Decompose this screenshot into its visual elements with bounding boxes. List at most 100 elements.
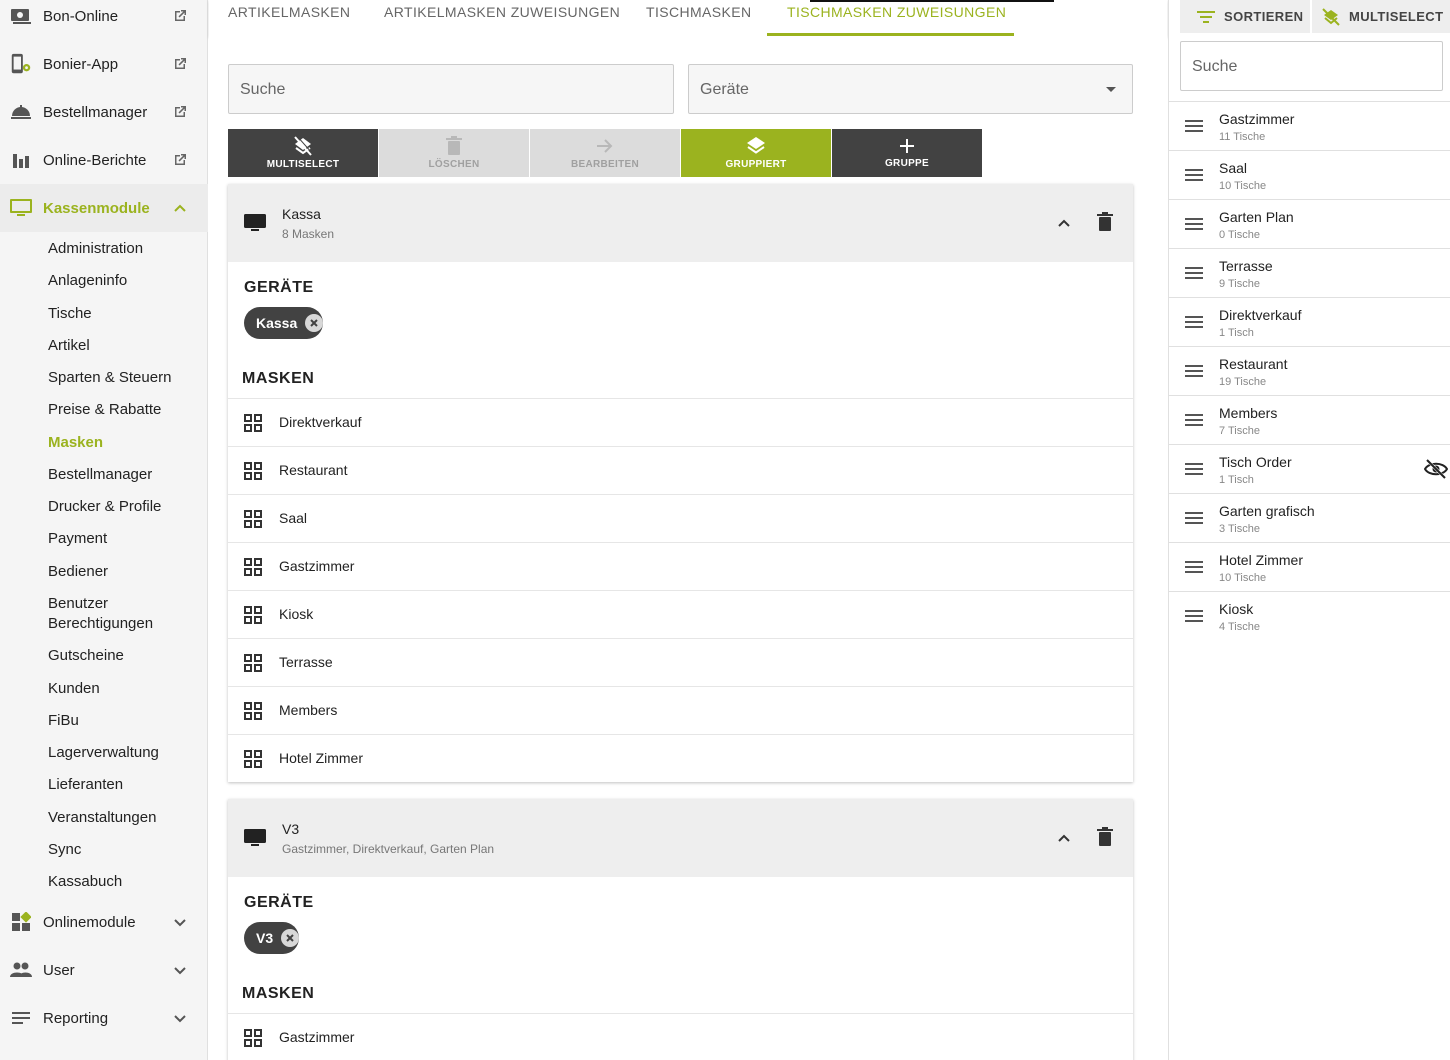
sub-nav-preise-rabatte[interactable]: Preise & Rabatte	[48, 400, 161, 420]
drag-handle-icon[interactable]	[1185, 315, 1203, 329]
search-input[interactable]: Suche	[228, 64, 674, 114]
mask-list-item[interactable]: Garten Plan 0 Tische	[1169, 199, 1450, 248]
mask-list-item[interactable]: Saal 10 Tische	[1169, 150, 1450, 199]
mask-label: Restaurant	[279, 462, 348, 478]
right-multiselect-button[interactable]: MULTISELECT	[1312, 0, 1450, 33]
delete-button[interactable]: LÖSCHEN	[379, 129, 529, 177]
mask-list-item[interactable]: Terrasse 9 Tische	[1169, 248, 1450, 297]
mask-row[interactable]: Members	[228, 686, 1133, 734]
trash-icon[interactable]	[1097, 827, 1113, 847]
mask-list-item[interactable]: Restaurant 19 Tische	[1169, 346, 1450, 395]
mask-list-item[interactable]: Direktverkauf 1 Tisch	[1169, 297, 1450, 346]
grid-icon	[244, 510, 262, 528]
sub-nav-benutzer-berechtigungen[interactable]: Benutzer Berechtigungen	[48, 594, 153, 634]
mask-row[interactable]: Terrasse	[228, 638, 1133, 686]
devices-placeholder: Geräte	[700, 81, 749, 98]
drag-handle-icon[interactable]	[1185, 119, 1203, 133]
drag-handle-icon[interactable]	[1185, 560, 1203, 574]
mask-list-item[interactable]: Garten grafisch 3 Tische	[1169, 493, 1450, 542]
sub-nav-veranstaltungen[interactable]: Veranstaltungen	[48, 808, 156, 828]
nav-bon-online[interactable]: Bon-Online	[0, 0, 208, 40]
group-header[interactable]: V3 Gastzimmer, Direktverkauf, Garten Pla…	[228, 799, 1133, 877]
trash-icon[interactable]	[1097, 212, 1113, 232]
mask-list-item[interactable]: Hotel Zimmer 10 Tische	[1169, 542, 1450, 591]
nav-user[interactable]: User	[0, 946, 208, 994]
sub-nav-lieferanten[interactable]: Lieferanten	[48, 775, 123, 795]
nav-kassenmodule[interactable]: Kassenmodule	[0, 184, 208, 232]
tab-tischmasken-zuweisungen[interactable]: TISCHMASKEN ZUWEISUNGEN	[787, 0, 1006, 37]
nav-onlinemodule[interactable]: Onlinemodule	[0, 898, 208, 946]
mask-list-count: 0 Tische	[1219, 229, 1260, 241]
sub-nav-masken[interactable]: Masken	[48, 433, 103, 453]
sub-nav-lagerverwaltung[interactable]: Lagerverwaltung	[48, 743, 159, 763]
drag-handle-icon[interactable]	[1185, 168, 1203, 182]
nav-label: Bestellmanager	[43, 103, 148, 121]
close-icon[interactable]	[305, 314, 324, 332]
nav-label: Bonier-App	[43, 55, 119, 73]
nav-bestellmanager[interactable]: Bestellmanager	[0, 88, 208, 136]
mask-list-item[interactable]: Gastzimmer 11 Tische	[1169, 101, 1450, 150]
sub-nav-gutscheine[interactable]: Gutscheine	[48, 646, 124, 666]
mask-row[interactable]: Hotel Zimmer	[228, 734, 1133, 782]
active-tab-underline	[767, 33, 1014, 36]
sub-nav-anlageninfo[interactable]: Anlageninfo	[48, 271, 127, 291]
drag-handle-icon[interactable]	[1185, 413, 1203, 427]
mask-list-item[interactable]: Members 7 Tische	[1169, 395, 1450, 444]
drag-handle-icon[interactable]	[1185, 266, 1203, 280]
grouped-button[interactable]: GRUPPIERT	[681, 129, 831, 177]
nav-bonier-app[interactable]: Bonier-App	[0, 40, 208, 88]
group-header[interactable]: Kassa 8 Masken	[228, 184, 1133, 262]
nav-reporting[interactable]: Reporting	[0, 994, 208, 1042]
mask-row[interactable]: Kiosk	[228, 590, 1133, 638]
mask-row[interactable]: Saal	[228, 494, 1133, 542]
sub-nav-administration[interactable]: Administration	[48, 239, 143, 259]
tab-tischmasken[interactable]: TISCHMASKEN	[646, 0, 752, 37]
sub-nav-kassabuch[interactable]: Kassabuch	[48, 872, 122, 892]
arrow-right-icon	[597, 139, 613, 153]
drag-handle-icon[interactable]	[1185, 462, 1203, 476]
device-chip[interactable]: Kassa	[244, 307, 324, 339]
sub-nav-kunden[interactable]: Kunden	[48, 679, 100, 699]
close-icon[interactable]	[281, 929, 300, 947]
mask-list-item[interactable]: Tisch Order 1 Tisch	[1169, 444, 1450, 493]
mask-row[interactable]: Gastzimmer	[228, 1013, 1133, 1060]
mask-row[interactable]: Gastzimmer	[228, 542, 1133, 590]
drag-handle-icon[interactable]	[1185, 364, 1203, 378]
sub-nav-fibu[interactable]: FiBu	[48, 711, 79, 731]
edit-button[interactable]: BEARBEITEN	[530, 129, 680, 177]
drag-handle-icon[interactable]	[1185, 609, 1203, 623]
mask-list-count: 1 Tisch	[1219, 474, 1254, 486]
mask-list-name: Garten Plan	[1219, 209, 1294, 225]
tab-artikelmasken[interactable]: ARTIKELMASKEN	[228, 0, 350, 37]
nav-label: Bon-Online	[43, 7, 119, 25]
right-search-input[interactable]: Suche	[1180, 41, 1443, 91]
chevron-up-icon[interactable]	[1054, 213, 1074, 233]
sub-nav-drucker-profile[interactable]: Drucker & Profile	[48, 497, 161, 517]
eye-off-icon[interactable]	[1424, 459, 1448, 479]
mask-list-name: Kiosk	[1219, 601, 1254, 617]
sort-button[interactable]: SORTIEREN	[1180, 0, 1310, 33]
nav-online-berichte[interactable]: Online-Berichte	[0, 136, 208, 184]
mask-label: Hotel Zimmer	[279, 750, 364, 766]
tab-artikelmasken-zuweisungen[interactable]: ARTIKELMASKEN ZUWEISUNGEN	[384, 0, 620, 37]
device-chip[interactable]: V3	[244, 922, 300, 954]
sub-nav-bediener[interactable]: Bediener	[48, 562, 108, 582]
nav-label: Reporting	[43, 1009, 109, 1027]
sub-nav-tische[interactable]: Tische	[48, 304, 92, 324]
add-group-button[interactable]: GRUPPE	[832, 129, 982, 177]
sub-nav-sparten-steuern[interactable]: Sparten & Steuern	[48, 368, 171, 388]
sub-nav-sync[interactable]: Sync	[48, 840, 81, 860]
mask-row[interactable]: Direktverkauf	[228, 398, 1133, 446]
chevron-up-icon[interactable]	[1054, 828, 1074, 848]
group-subtitle: Gastzimmer, Direktverkauf, Garten Plan	[282, 842, 495, 856]
devices-select[interactable]: Geräte	[688, 64, 1133, 114]
sub-nav-artikel[interactable]: Artikel	[48, 336, 90, 356]
mask-row[interactable]: Restaurant	[228, 446, 1133, 494]
sub-nav-payment[interactable]: Payment	[48, 529, 107, 549]
nav-label: Online-Berichte	[43, 151, 147, 169]
mask-list-item[interactable]: Kiosk 4 Tische	[1169, 591, 1450, 640]
sub-nav-bestellmanager[interactable]: Bestellmanager	[48, 465, 152, 485]
drag-handle-icon[interactable]	[1185, 511, 1203, 525]
multiselect-button[interactable]: MULTISELECT	[228, 129, 378, 177]
drag-handle-icon[interactable]	[1185, 217, 1203, 231]
